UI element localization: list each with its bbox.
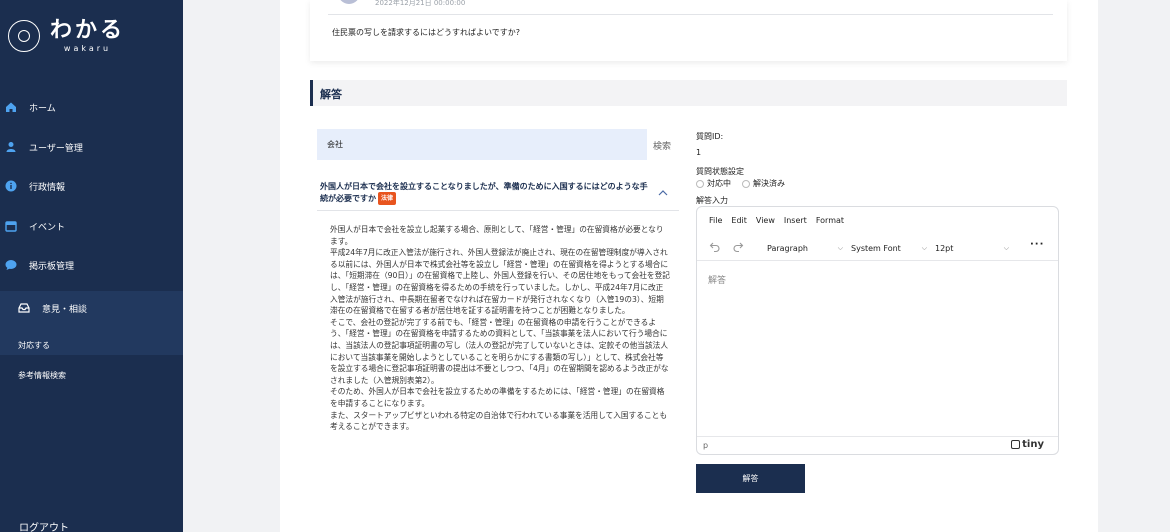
logout-link[interactable]: ログアウト: [19, 519, 69, 532]
accordion-title-text: 外国人が日本で会社を設立することなりましたが、準備のために入国するにはどのような…: [320, 182, 648, 203]
tiny-mark-icon: [1011, 440, 1021, 449]
tiny-brand: tiny: [1022, 439, 1044, 450]
nav-label: 意見・相談: [42, 304, 88, 315]
question-text: 住民票の写しを請求するにはどうすればよいですか?: [332, 28, 521, 37]
tiny-logo[interactable]: tiny: [1011, 439, 1044, 450]
font-size-value: 12pt: [935, 243, 954, 253]
nav-label: イベント: [29, 222, 66, 233]
font-size-select[interactable]: 12pt ⌵: [935, 241, 1009, 255]
submit-answer-button[interactable]: 解答: [696, 464, 805, 493]
radio-label: 解決済み: [753, 179, 785, 188]
inbox-icon: [18, 302, 30, 314]
font-family-value: System Font: [851, 243, 901, 253]
editor-toolbar: Paragraph ⌵ System Font ⌵ 12pt ⌵ ···: [697, 235, 1058, 261]
rich-text-editor: File Edit View Insert Format Paragraph ⌵…: [696, 206, 1059, 455]
divider: [328, 14, 1053, 15]
answer-paragraph: そこで、会社の登記が完了する前でも、「経営・管理」の在留資格の申請を行うことがで…: [330, 317, 669, 385]
answer-section-header: 解答: [310, 80, 1067, 106]
chat-icon: [5, 259, 17, 271]
block-format-value: Paragraph: [767, 243, 808, 253]
font-family-select[interactable]: System Font ⌵: [851, 241, 927, 255]
status-radio-group: 対応中 解決済み: [696, 178, 796, 189]
avatar: [338, 0, 360, 4]
home-icon: [5, 101, 17, 113]
answer-paragraph: 平成24年7月に改正入管法が施行され、外国人登録法が廃止され、現在の在留管理制度…: [330, 248, 670, 316]
menu-edit[interactable]: Edit: [731, 216, 747, 225]
question-card: 2022年12月21日 00:00:00 住民票の写しを請求するにはどうすればよ…: [310, 0, 1067, 61]
logo-mark-icon: [8, 19, 40, 52]
answer-paragraph: また、スタートアップビザといわれる特定の自治体で行われている事業を活用して入国す…: [330, 410, 668, 432]
calendar-icon: [5, 220, 17, 232]
menu-format[interactable]: Format: [816, 216, 844, 225]
section-title: 解答: [320, 88, 342, 101]
menu-view[interactable]: View: [756, 216, 775, 225]
undo-icon[interactable]: [709, 241, 721, 253]
chevron-up-icon[interactable]: [657, 187, 669, 199]
question-id-value: 1: [696, 148, 702, 157]
nav-label: 掲示板管理: [29, 261, 75, 272]
answer-paragraph: そのため、外国人が日本で会社を設立するための準備をするためには、「経営・管理」の…: [330, 387, 665, 408]
radio-in-progress[interactable]: [696, 179, 704, 188]
menu-insert[interactable]: Insert: [784, 216, 807, 225]
answer-input-label: 解答入力: [696, 196, 728, 205]
category-badge: 法律: [378, 192, 397, 205]
info-icon: [5, 180, 17, 192]
nav-label: 行政情報: [29, 182, 66, 193]
chevron-down-icon: ⌵: [921, 243, 927, 252]
element-path[interactable]: p: [703, 441, 708, 450]
nav-item-events[interactable]: イベント: [0, 214, 183, 238]
more-icon[interactable]: ···: [1030, 239, 1044, 250]
chevron-down-icon: ⌵: [837, 243, 843, 252]
radio-label: 対応中: [707, 179, 731, 188]
user-icon: [5, 141, 17, 153]
chevron-down-icon: ⌵: [1003, 243, 1009, 252]
status-label: 質問状態設定: [696, 167, 744, 176]
answer-paragraph: 外国人が日本で会社を設立し起業する場合、原則として、「経営・管理」の在留資格が必…: [330, 225, 664, 246]
nav-item-gov-info[interactable]: 行政情報: [0, 174, 183, 198]
subnav-item-reference-search[interactable]: 参考情報検索: [18, 370, 66, 381]
nav-item-users[interactable]: ユーザー管理: [0, 135, 183, 159]
editor-content-area[interactable]: 解答: [708, 273, 726, 286]
search-button[interactable]: 検索: [653, 139, 671, 152]
nav-item-consultation[interactable]: 意見・相談: [0, 291, 183, 325]
block-format-select[interactable]: Paragraph ⌵: [767, 241, 843, 255]
brand-name: わかる: [50, 18, 126, 43]
accordion-header[interactable]: 外国人が日本で会社を設立することなりましたが、準備のために入国するにはどのような…: [317, 178, 679, 211]
radio-resolved[interactable]: [742, 179, 750, 188]
question-id-label: 質問ID:: [696, 132, 724, 141]
brand-logo[interactable]: わかる wakaru: [8, 18, 125, 53]
editor-statusbar: p tiny: [697, 436, 1058, 454]
nav-item-board[interactable]: 掲示板管理: [0, 253, 183, 277]
menu-file[interactable]: File: [709, 216, 722, 225]
reference-search-input[interactable]: [317, 129, 647, 160]
nav-label: ホーム: [29, 103, 56, 114]
nav-item-home[interactable]: ホーム: [0, 95, 183, 119]
question-date: 2022年12月21日 00:00:00: [375, 0, 466, 7]
nav-label: ユーザー管理: [29, 143, 83, 154]
subnav-item-respond[interactable]: 対応する: [18, 340, 50, 351]
editor-menubar: File Edit View Insert Format: [709, 216, 853, 225]
accordion-title: 外国人が日本で会社を設立することなりましたが、準備のために入国するにはどのような…: [320, 181, 655, 205]
redo-icon[interactable]: [732, 241, 744, 253]
brand-sub: wakaru: [63, 44, 112, 53]
accordion-body: 外国人が日本で会社を設立し起業する場合、原則として、「経営・管理」の在留資格が必…: [330, 224, 670, 433]
sidebar: わかる wakaru ホーム ユーザー管理 行政情報 イベント 掲示板管理 意見…: [0, 0, 183, 532]
